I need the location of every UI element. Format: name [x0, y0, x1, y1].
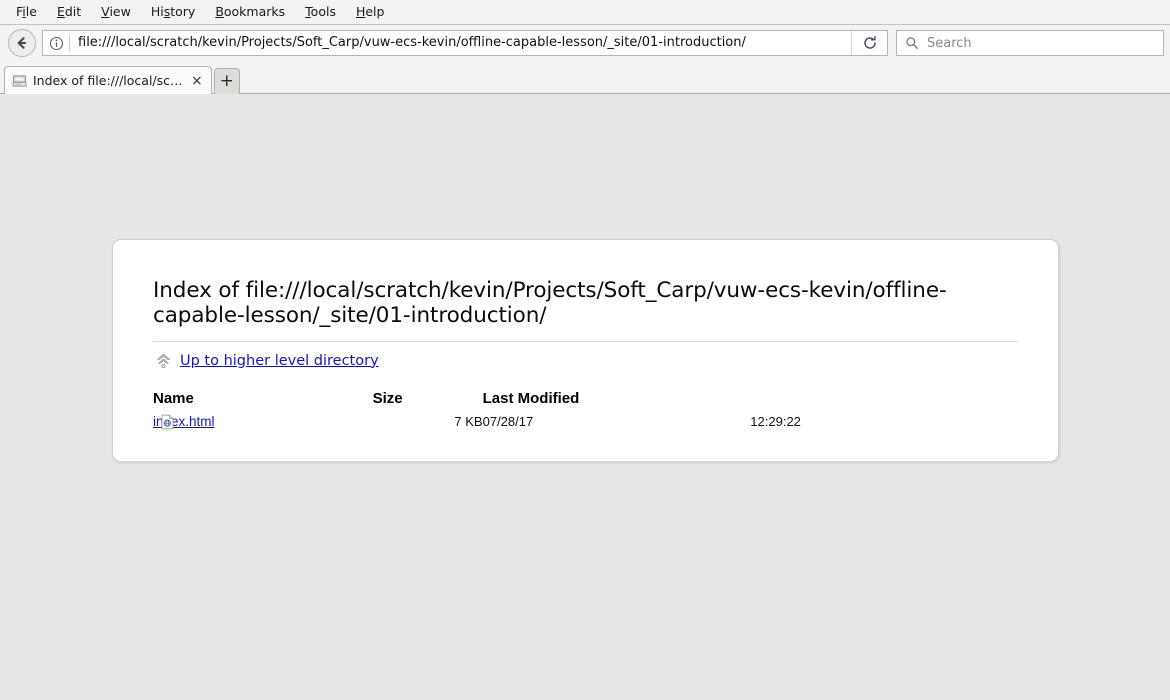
menu-bookmarks-post: ookmarks	[223, 4, 286, 19]
menu-item-history[interactable]: History	[141, 2, 205, 22]
html-file-icon	[161, 414, 174, 429]
menu-item-bookmarks[interactable]: Bookmarks	[205, 2, 295, 22]
search-bar[interactable]: Search	[896, 30, 1164, 56]
reload-icon	[863, 35, 876, 49]
directory-listing-panel: Index of file:///local/scratch/kevin/Pro…	[112, 239, 1059, 462]
menu-item-tools[interactable]: Tools	[295, 2, 346, 22]
back-arrow-icon	[17, 37, 27, 49]
cell-date: 07/28/17	[482, 414, 534, 429]
cell-size: 7 KB	[454, 414, 483, 429]
search-icon	[906, 37, 918, 49]
page-viewport: Index of file:///local/scratch/kevin/Pro…	[0, 94, 1170, 700]
close-icon[interactable]: ×	[189, 74, 205, 88]
up-directory-row[interactable]: Up to higher level directory	[153, 352, 1018, 369]
menu-item-edit[interactable]: Edit	[47, 2, 91, 22]
menu-item-help[interactable]: Help	[346, 2, 395, 22]
up-to-higher-level-directory-link[interactable]: Up to higher level directory	[180, 353, 379, 369]
cell-name: index.html	[153, 412, 373, 431]
menu-file-post: le	[25, 4, 37, 19]
tab-strip: Index of file:///local/scr... × +	[0, 61, 1170, 94]
browser-window: File Edit View History Bookmarks Tools H…	[0, 0, 1170, 700]
tab-index-of-file[interactable]: Index of file:///local/scr... ×	[4, 66, 212, 94]
column-header-name[interactable]: Name	[153, 390, 373, 412]
tab-title: Index of file:///local/scr...	[33, 73, 183, 88]
menu-help-accesskey: H	[355, 4, 366, 19]
up-directory-icon	[157, 353, 170, 368]
column-header-last-modified[interactable]: Last Modified	[483, 390, 1018, 412]
site-identity-button[interactable]	[43, 36, 69, 51]
info-circle-icon	[49, 36, 63, 50]
table-header-row: Name Size Last Modified	[153, 390, 1018, 412]
menu-item-file[interactable]: File	[6, 2, 47, 22]
drive-icon	[12, 74, 27, 87]
menu-bar: File Edit View History Bookmarks Tools H…	[0, 0, 1170, 25]
table-header: Name Size Last Modified	[153, 390, 1018, 412]
search-input[interactable]: Search	[919, 36, 972, 51]
column-header-size[interactable]: Size	[373, 390, 483, 412]
navigation-toolbar: file:///local/scratch/kevin/Projects/Sof…	[0, 25, 1170, 61]
back-button[interactable]	[8, 29, 36, 57]
url-input[interactable]: file:///local/scratch/kevin/Projects/Sof…	[70, 31, 851, 55]
menu-help-post: elp	[365, 4, 385, 19]
page-title: Index of file:///local/scratch/kevin/Pro…	[153, 278, 1018, 342]
menu-view-post: iew	[109, 4, 131, 19]
menu-history-post: tory	[170, 4, 196, 19]
menu-history-pre: Hi	[150, 4, 164, 19]
menu-edit-post: dit	[64, 4, 82, 19]
menu-item-view[interactable]: View	[91, 2, 141, 22]
menu-tools-post: ools	[310, 4, 336, 19]
address-bar[interactable]: file:///local/scratch/kevin/Projects/Sof…	[42, 30, 888, 56]
reload-button[interactable]	[851, 31, 887, 55]
table-row[interactable]: index.html 7 KB 07/28/17 12:29:22	[153, 412, 1018, 431]
menu-edit-accesskey: E	[56, 4, 65, 19]
directory-table: Name Size Last Modified index.html 7 KB …	[153, 390, 1018, 431]
new-tab-button[interactable]: +	[213, 68, 240, 94]
menu-bookmarks-accesskey: B	[215, 4, 224, 19]
cell-time: 12:29:22	[750, 414, 801, 429]
table-body: index.html 7 KB 07/28/17 12:29:22	[153, 412, 1018, 431]
